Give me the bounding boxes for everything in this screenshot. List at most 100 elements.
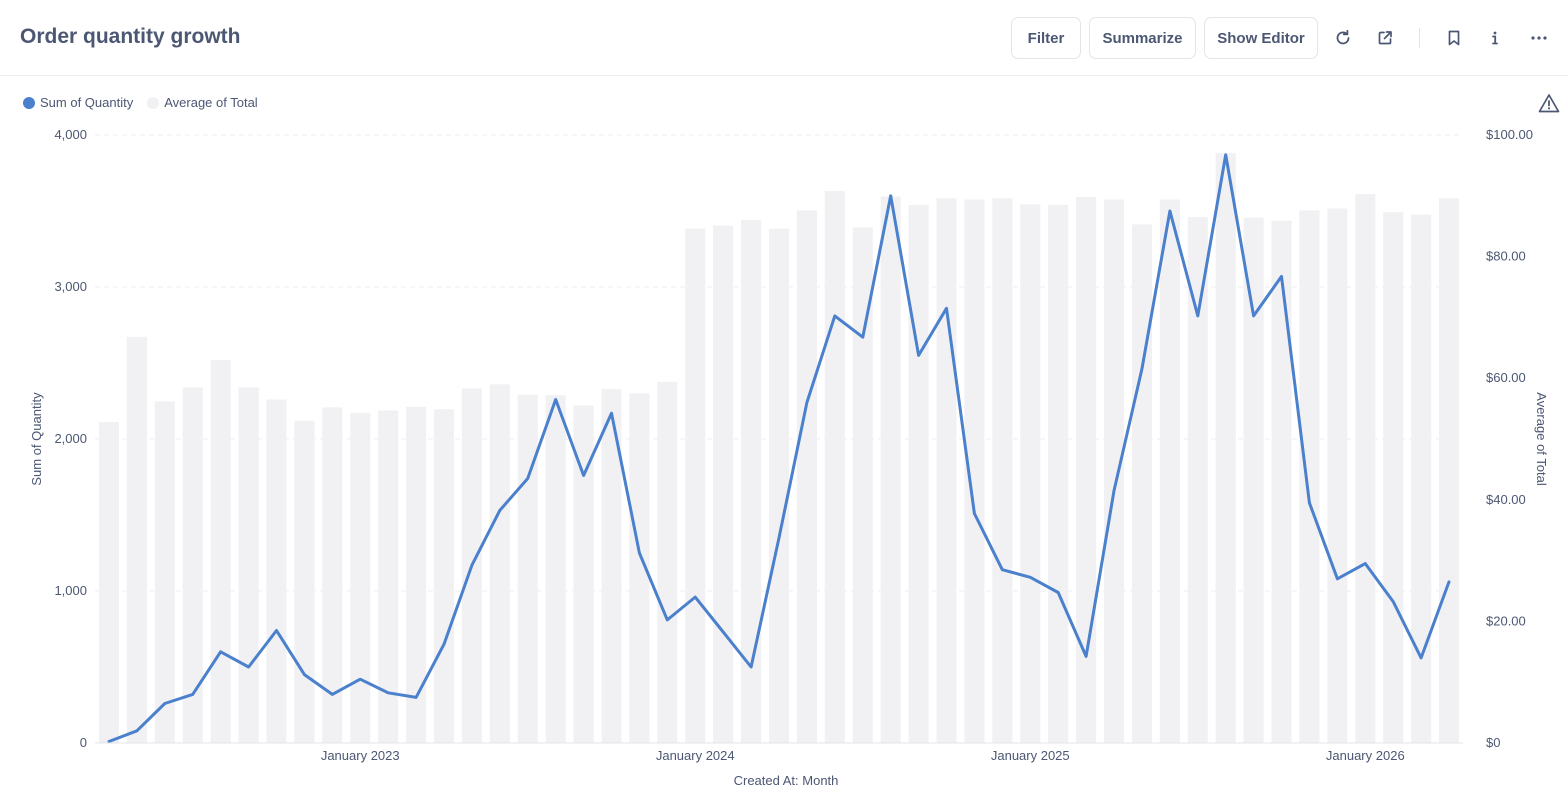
- bar-average-of-total[interactable]: [1131, 224, 1152, 744]
- line-point-sum-of-quantity[interactable]: [1110, 487, 1118, 495]
- bar-average-of-total[interactable]: [1187, 217, 1208, 743]
- line-point-sum-of-quantity[interactable]: [440, 640, 448, 648]
- bar-average-of-total[interactable]: [908, 204, 929, 744]
- line-point-sum-of-quantity[interactable]: [635, 549, 643, 557]
- bar-average-of-total[interactable]: [1020, 204, 1041, 743]
- line-point-sum-of-quantity[interactable]: [1166, 207, 1174, 215]
- bar-average-of-total[interactable]: [1048, 204, 1069, 744]
- line-point-sum-of-quantity[interactable]: [412, 693, 420, 701]
- line-point-sum-of-quantity[interactable]: [691, 593, 699, 601]
- line-point-sum-of-quantity[interactable]: [105, 737, 113, 745]
- line-point-sum-of-quantity[interactable]: [524, 475, 532, 483]
- y-left-tick-label: 0: [80, 735, 87, 750]
- x-tick-label: January 2023: [321, 748, 400, 763]
- bar-average-of-total[interactable]: [210, 359, 231, 743]
- line-point-sum-of-quantity[interactable]: [1445, 578, 1453, 586]
- line-point-sum-of-quantity[interactable]: [1082, 652, 1090, 660]
- line-point-sum-of-quantity[interactable]: [719, 628, 727, 636]
- line-point-sum-of-quantity[interactable]: [161, 699, 169, 707]
- line-point-sum-of-quantity[interactable]: [468, 561, 476, 569]
- bar-average-of-total[interactable]: [1076, 197, 1097, 744]
- line-point-sum-of-quantity[interactable]: [1250, 312, 1258, 320]
- y-left-tick-label: 1,000: [54, 583, 87, 598]
- bar-average-of-total[interactable]: [1299, 210, 1320, 744]
- x-tick-label: January 2025: [991, 748, 1070, 763]
- line-point-sum-of-quantity[interactable]: [552, 395, 560, 403]
- bar-average-of-total[interactable]: [880, 196, 901, 743]
- bar-average-of-total[interactable]: [1271, 220, 1292, 743]
- bar-average-of-total[interactable]: [517, 394, 538, 743]
- line-point-sum-of-quantity[interactable]: [133, 727, 141, 735]
- bar-average-of-total[interactable]: [657, 381, 678, 743]
- line-point-sum-of-quantity[interactable]: [1222, 151, 1230, 159]
- bar-average-of-total[interactable]: [1383, 212, 1404, 743]
- line-point-sum-of-quantity[interactable]: [300, 671, 308, 679]
- line-point-sum-of-quantity[interactable]: [328, 690, 336, 698]
- bar-average-of-total[interactable]: [1327, 208, 1348, 743]
- bar-average-of-total[interactable]: [350, 412, 371, 743]
- y-right-tick-label: $40.00: [1486, 492, 1526, 507]
- line-point-sum-of-quantity[interactable]: [1054, 589, 1062, 597]
- bar-average-of-total[interactable]: [1243, 217, 1264, 744]
- bar-average-of-total[interactable]: [992, 198, 1013, 743]
- line-point-sum-of-quantity[interactable]: [775, 534, 783, 542]
- line-point-sum-of-quantity[interactable]: [217, 648, 225, 656]
- bar-average-of-total[interactable]: [126, 336, 147, 743]
- bar-average-of-total[interactable]: [266, 399, 287, 743]
- y-right-tick-label: $0: [1486, 735, 1500, 750]
- line-point-sum-of-quantity[interactable]: [831, 312, 839, 320]
- bar-average-of-total[interactable]: [713, 225, 734, 744]
- line-point-sum-of-quantity[interactable]: [859, 333, 867, 341]
- line-point-sum-of-quantity[interactable]: [1417, 654, 1425, 662]
- x-axis-title: Created At: Month: [734, 773, 839, 788]
- line-point-sum-of-quantity[interactable]: [1305, 499, 1313, 507]
- line-point-sum-of-quantity[interactable]: [915, 351, 923, 359]
- bar-average-of-total[interactable]: [154, 401, 175, 743]
- line-point-sum-of-quantity[interactable]: [580, 471, 588, 479]
- line-point-sum-of-quantity[interactable]: [272, 627, 280, 635]
- x-tick-label: January 2024: [656, 748, 735, 763]
- bar-average-of-total[interactable]: [294, 420, 315, 743]
- line-point-sum-of-quantity[interactable]: [496, 506, 504, 514]
- bar-average-of-total[interactable]: [685, 228, 706, 743]
- line-point-sum-of-quantity[interactable]: [1194, 312, 1202, 320]
- line-point-sum-of-quantity[interactable]: [747, 663, 755, 671]
- bar-average-of-total[interactable]: [936, 198, 957, 743]
- bar-average-of-total[interactable]: [433, 409, 455, 743]
- line-point-sum-of-quantity[interactable]: [189, 690, 197, 698]
- bar-average-of-total[interactable]: [768, 228, 790, 743]
- y-axis-left-title: Sum of Quantity: [29, 392, 44, 486]
- line-point-sum-of-quantity[interactable]: [1026, 573, 1034, 581]
- bar-average-of-total[interactable]: [545, 395, 566, 743]
- line-point-sum-of-quantity[interactable]: [887, 192, 895, 200]
- line-point-sum-of-quantity[interactable]: [970, 509, 978, 517]
- bar-average-of-total[interactable]: [1159, 199, 1180, 743]
- bar-average-of-total[interactable]: [1103, 199, 1125, 743]
- bar-average-of-total[interactable]: [824, 190, 845, 743]
- bar-average-of-total[interactable]: [406, 406, 427, 743]
- line-point-sum-of-quantity[interactable]: [663, 616, 671, 624]
- line-point-sum-of-quantity[interactable]: [1333, 575, 1341, 583]
- line-point-sum-of-quantity[interactable]: [356, 675, 364, 683]
- line-point-sum-of-quantity[interactable]: [1278, 272, 1286, 280]
- bar-average-of-total[interactable]: [489, 384, 510, 743]
- bar-average-of-total[interactable]: [1355, 193, 1376, 743]
- bar-average-of-total[interactable]: [98, 421, 120, 743]
- line-point-sum-of-quantity[interactable]: [1389, 598, 1397, 606]
- bar-average-of-total[interactable]: [796, 210, 817, 744]
- bar-average-of-total[interactable]: [1411, 214, 1432, 743]
- y-right-tick-label: $60.00: [1486, 370, 1526, 385]
- bar-average-of-total[interactable]: [1215, 153, 1236, 744]
- line-point-sum-of-quantity[interactable]: [607, 409, 615, 417]
- bar-average-of-total[interactable]: [1438, 198, 1460, 743]
- line-point-sum-of-quantity[interactable]: [803, 399, 811, 407]
- line-point-sum-of-quantity[interactable]: [998, 566, 1006, 574]
- bar-average-of-total[interactable]: [182, 387, 203, 743]
- line-point-sum-of-quantity[interactable]: [943, 304, 951, 312]
- line-point-sum-of-quantity[interactable]: [1138, 365, 1146, 373]
- bar-average-of-total[interactable]: [238, 387, 259, 743]
- x-tick-label: January 2026: [1326, 748, 1405, 763]
- line-point-sum-of-quantity[interactable]: [384, 689, 392, 697]
- line-point-sum-of-quantity[interactable]: [245, 663, 253, 671]
- line-point-sum-of-quantity[interactable]: [1361, 560, 1369, 568]
